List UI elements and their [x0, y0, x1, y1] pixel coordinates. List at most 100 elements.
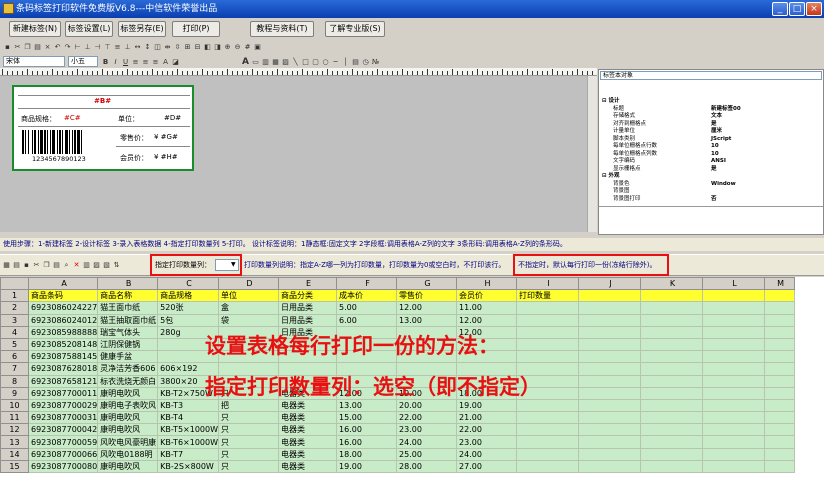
grid-cell[interactable]: 6923086024227 — [27, 301, 99, 315]
column-header[interactable]: D — [218, 276, 280, 291]
grid-cell[interactable] — [764, 435, 796, 449]
grid-cell[interactable]: 只 — [218, 447, 280, 461]
same-height-icon[interactable]: ↕ — [143, 43, 152, 52]
grid-cell[interactable]: 康明电吹风 — [97, 411, 159, 425]
property-row[interactable]: 对齐到栅格点 是 — [599, 121, 823, 128]
grid-cell[interactable]: 19.00 — [456, 398, 518, 413]
property-row[interactable]: 标题 新建标签00 — [599, 106, 823, 113]
grid-cell[interactable]: 25.00 — [396, 447, 458, 461]
row-number[interactable]: 13 — [0, 435, 29, 449]
grid-cell[interactable]: 19.00 — [336, 459, 398, 474]
grid-cell[interactable]: 电器类 — [278, 423, 338, 437]
unit-field[interactable]: #D# — [164, 114, 181, 122]
fill-icon[interactable]: ◪ — [171, 58, 180, 67]
close-button[interactable]: × — [806, 2, 822, 16]
align-left-icon[interactable]: ⊢ — [73, 43, 82, 52]
header-cell[interactable] — [578, 289, 642, 303]
grid-cell[interactable] — [640, 459, 704, 474]
align-center-icon[interactable]: ⊥ — [83, 43, 92, 52]
property-value[interactable]: 否 — [711, 196, 717, 203]
grid-cell[interactable]: 只 — [218, 459, 280, 474]
column-header[interactable]: G — [396, 276, 458, 291]
grid-cell[interactable]: 6923085208148 — [27, 337, 99, 352]
grid-cell[interactable]: 猫王抽取面巾纸 — [97, 313, 159, 327]
zoom-in-icon[interactable]: ⊕ — [223, 43, 232, 52]
grid-cell[interactable] — [764, 362, 796, 376]
grid-open-icon[interactable]: ▤ — [12, 261, 21, 270]
property-value[interactable]: ANSI — [711, 158, 726, 165]
grid-cell[interactable]: 电器类 — [278, 435, 338, 449]
grid-cell[interactable] — [578, 386, 642, 400]
grid-cell[interactable] — [640, 447, 704, 461]
grid-cell[interactable] — [516, 459, 580, 474]
paste-icon[interactable]: ▤ — [33, 43, 42, 52]
grid-cell[interactable]: KB-T3 — [157, 398, 220, 413]
retail-label[interactable]: 零售价： — [120, 133, 148, 143]
qrcode-icon[interactable]: ▦ — [271, 58, 280, 67]
grid-cell[interactable] — [764, 325, 796, 339]
font-size-select[interactable]: 小五 — [68, 56, 98, 67]
row-number[interactable]: 11 — [0, 411, 29, 425]
save-icon[interactable]: ▪ — [3, 43, 12, 52]
grid-cell[interactable] — [578, 447, 642, 461]
grid-cell[interactable]: 猫王面巾纸 — [97, 301, 159, 315]
grid-cell[interactable] — [702, 325, 766, 339]
grid-cell[interactable] — [702, 362, 766, 376]
grid-cell[interactable]: 23.00 — [396, 423, 458, 437]
grid-copy-icon[interactable]: ❐ — [42, 261, 51, 270]
property-row[interactable]: 背景图打印 否 — [599, 196, 823, 203]
same-width-icon[interactable]: ↔ — [133, 43, 142, 52]
grid-cell[interactable]: 22.00 — [456, 423, 518, 437]
grid-cell[interactable]: 6923086024012 — [27, 313, 99, 327]
redo-icon[interactable]: ↷ — [63, 43, 72, 52]
grid-cell[interactable]: 18.00 — [336, 447, 398, 461]
grid-export-icon[interactable]: ▨ — [92, 261, 101, 270]
maximize-button[interactable]: □ — [789, 2, 805, 16]
grid-cell[interactable]: 23.00 — [456, 435, 518, 449]
member-label[interactable]: 会员价： — [120, 153, 148, 163]
grid-cell[interactable] — [516, 411, 580, 425]
grid-cell[interactable]: 28.00 — [396, 459, 458, 474]
grid-cell[interactable]: 康明电吹风 — [97, 386, 159, 400]
field-icon[interactable]: ▭ — [251, 58, 260, 67]
label-settings-button[interactable]: 标签设置(L) — [65, 21, 113, 37]
spec-field[interactable]: #C# — [64, 114, 81, 122]
grid-cell[interactable] — [516, 313, 580, 327]
grid-cell[interactable] — [578, 374, 642, 388]
text-left-icon[interactable]: ≡ — [131, 58, 140, 67]
grid-cell[interactable] — [764, 398, 796, 413]
grid-cell[interactable] — [640, 350, 704, 364]
grid-cell[interactable] — [640, 435, 704, 449]
send-back-icon[interactable]: ◨ — [213, 43, 222, 52]
underline-button[interactable]: U — [121, 58, 130, 67]
minimize-button[interactable]: _ — [772, 2, 788, 16]
grid-cell[interactable]: 把 — [218, 398, 280, 413]
grid-cell[interactable] — [764, 374, 796, 388]
grid-cell[interactable] — [640, 337, 704, 352]
grid-cell[interactable]: KB-T6×1000W — [157, 435, 220, 449]
row-number[interactable]: 1 — [0, 289, 29, 303]
grid-cell[interactable] — [578, 350, 642, 364]
grid-paste-icon[interactable]: ▤ — [52, 261, 61, 270]
header-cell[interactable]: 商品分类 — [278, 289, 338, 303]
image-icon[interactable]: ▨ — [281, 58, 290, 67]
grid-cell[interactable]: 24.00 — [456, 447, 518, 461]
align-bottom-icon[interactable]: ⊥ — [123, 43, 132, 52]
grid-cell[interactable]: 只 — [218, 435, 280, 449]
hline-icon[interactable]: ─ — [331, 58, 340, 67]
grid-cell[interactable]: 6923087700066 — [27, 447, 99, 461]
grid-cell[interactable] — [640, 423, 704, 437]
cut-icon[interactable]: ✂ — [13, 43, 22, 52]
grid-cell[interactable] — [516, 398, 580, 413]
grid-cell[interactable]: 健康手盆 — [97, 350, 159, 364]
unit-label[interactable]: 单位： — [118, 114, 139, 124]
text-right-icon[interactable]: ≡ — [151, 58, 160, 67]
grid-cell[interactable] — [640, 313, 704, 327]
round-rect-icon[interactable]: ▢ — [311, 58, 320, 67]
grid-cell[interactable]: 20.00 — [396, 398, 458, 413]
grid-cell[interactable]: 康明电吹风 — [97, 459, 159, 474]
barcode-icon[interactable]: ▥ — [261, 58, 270, 67]
member-field[interactable]: ¥ #H# — [154, 153, 178, 161]
grid-cell[interactable]: KB-T7 — [157, 447, 220, 461]
grid-cell[interactable] — [578, 313, 642, 327]
